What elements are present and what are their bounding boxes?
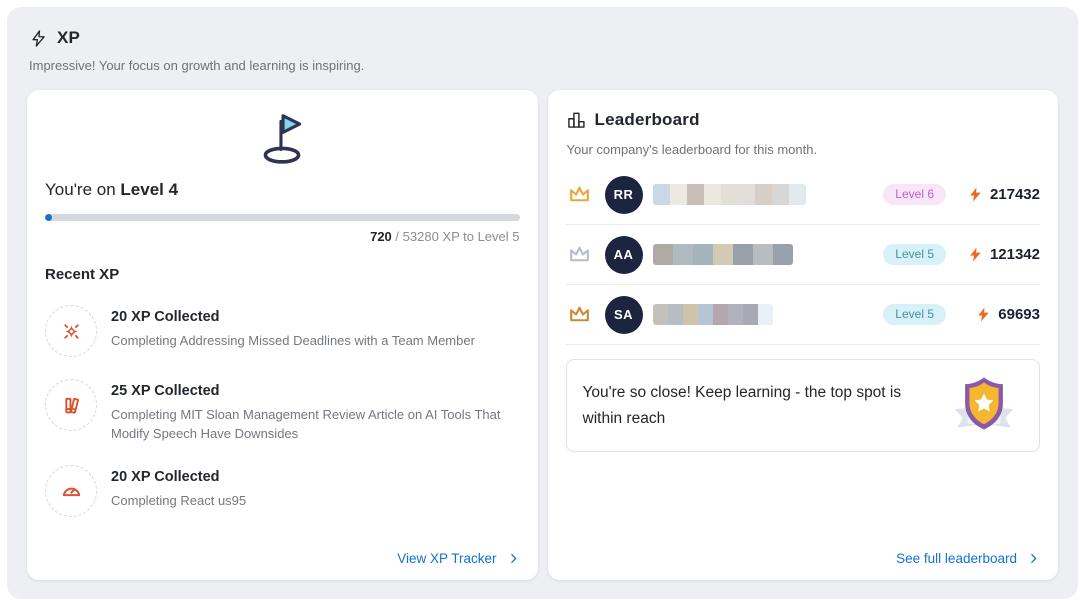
motivation-callout: You're so close! Keep learning - the top… bbox=[566, 359, 1041, 452]
crown-icon bbox=[566, 242, 593, 267]
bolt-icon bbox=[967, 246, 984, 263]
redacted-name bbox=[653, 184, 806, 205]
milestone-flag-icon bbox=[45, 108, 520, 166]
recent-xp-description: Completing React us95 bbox=[111, 491, 246, 510]
xp-value: 69693 bbox=[998, 306, 1040, 323]
shield-star-ribbon-badge bbox=[949, 374, 1019, 437]
level-badge: Level 5 bbox=[883, 304, 946, 325]
recent-xp-item: 20 XP Collected Completing Addressing Mi… bbox=[45, 305, 520, 357]
xp-value: 217432 bbox=[990, 186, 1040, 203]
level-card: You're on Level 4 720 / 53280 XP to Leve… bbox=[27, 90, 538, 580]
level-badge: Level 6 bbox=[883, 184, 946, 205]
xp-panel: XP Impressive! Your focus on growth and … bbox=[7, 7, 1078, 599]
spark-icon bbox=[45, 305, 97, 357]
leaderboard-subtitle: Your company's leaderboard for this mont… bbox=[567, 142, 1041, 157]
bolt-icon bbox=[975, 306, 992, 323]
see-full-leaderboard-link[interactable]: See full leaderboard bbox=[896, 551, 1040, 566]
view-xp-tracker-label: View XP Tracker bbox=[397, 551, 496, 566]
xp-progress-bar bbox=[45, 214, 520, 221]
panel-title: XP bbox=[57, 28, 80, 48]
crown-icon bbox=[566, 302, 593, 327]
books-icon bbox=[45, 379, 97, 431]
xp-progress-fill bbox=[45, 214, 52, 221]
recent-xp-description: Completing Addressing Missed Deadlines w… bbox=[111, 331, 475, 350]
leaderboard-title: Leaderboard bbox=[595, 110, 700, 130]
leaderboard-header: Leaderboard bbox=[566, 110, 1041, 130]
redacted-name bbox=[653, 304, 773, 325]
panel-subtitle: Impressive! Your focus on growth and lea… bbox=[29, 58, 1058, 73]
level-title: You're on Level 4 bbox=[45, 180, 520, 200]
recent-xp-title: 20 XP Collected bbox=[111, 309, 475, 325]
recent-xp-description: Completing MIT Sloan Management Review A… bbox=[111, 405, 519, 443]
motivation-text: You're so close! Keep learning - the top… bbox=[583, 380, 913, 432]
xp-value: 121342 bbox=[990, 246, 1040, 263]
leaderboard-row: RR Level 6 217432 bbox=[566, 165, 1041, 225]
podium-bars-icon bbox=[566, 110, 586, 130]
leaderboard-card: Leaderboard Your company's leaderboard f… bbox=[548, 90, 1059, 580]
gauge-icon bbox=[45, 465, 97, 517]
level-badge: Level 5 bbox=[883, 244, 946, 265]
avatar: SA bbox=[605, 296, 643, 334]
lightning-bolt-icon bbox=[29, 29, 48, 48]
xp-counter: 720 / 53280 XP to Level 5 bbox=[45, 229, 520, 244]
recent-xp-item: 20 XP Collected Completing React us95 bbox=[45, 465, 520, 517]
panel-header: XP bbox=[27, 28, 1058, 48]
bolt-icon bbox=[967, 186, 984, 203]
crown-icon bbox=[566, 182, 593, 207]
recent-xp-heading: Recent XP bbox=[45, 266, 520, 283]
leaderboard-row: SA Level 5 69693 bbox=[566, 285, 1041, 345]
view-xp-tracker-link[interactable]: View XP Tracker bbox=[397, 551, 519, 566]
redacted-name bbox=[653, 244, 793, 265]
avatar: RR bbox=[605, 176, 643, 214]
recent-xp-title: 20 XP Collected bbox=[111, 469, 246, 485]
recent-xp-item: 25 XP Collected Completing MIT Sloan Man… bbox=[45, 379, 520, 443]
recent-xp-title: 25 XP Collected bbox=[111, 383, 519, 399]
leaderboard-row: AA Level 5 121342 bbox=[566, 225, 1041, 285]
chevron-right-icon bbox=[507, 552, 520, 565]
level-value: Level 4 bbox=[120, 180, 178, 199]
see-full-leaderboard-label: See full leaderboard bbox=[896, 551, 1017, 566]
chevron-right-icon bbox=[1027, 552, 1040, 565]
avatar: AA bbox=[605, 236, 643, 274]
